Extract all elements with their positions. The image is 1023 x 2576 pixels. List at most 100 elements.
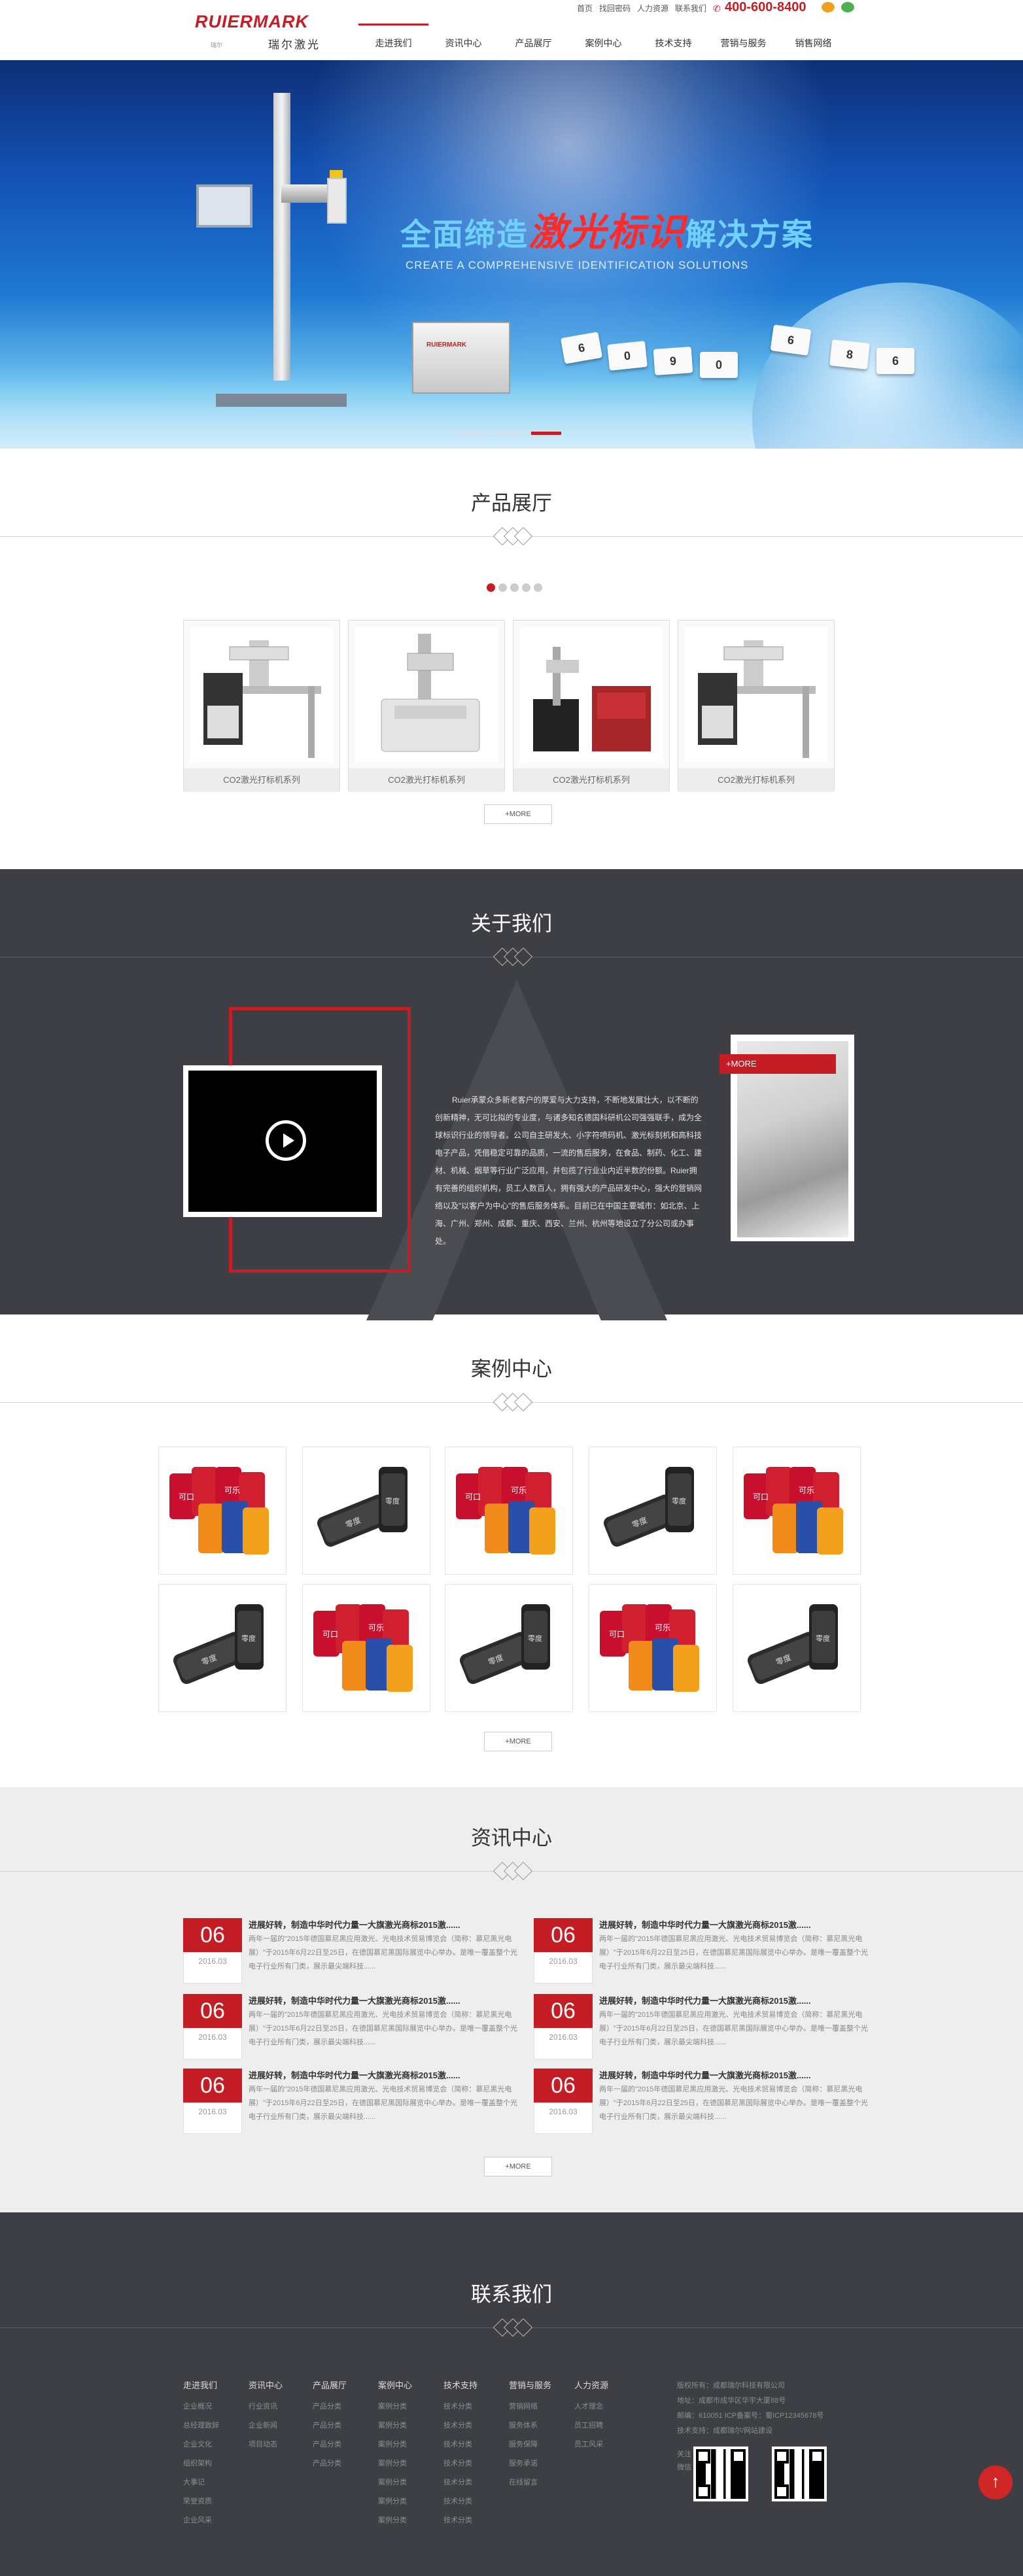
nav-news[interactable]: 资讯中心 [428,24,498,60]
news-item[interactable]: 06 2016.03 进展好转，制造中华时代力量一大旗激光商标2015激.....… [534,1918,877,1984]
footer-link[interactable]: 服务体系 [509,2416,574,2435]
footer-link[interactable]: 服务保障 [509,2435,574,2454]
pager-dot[interactable] [534,583,542,592]
top-link-hr[interactable]: 人力资源 [636,3,670,14]
product-card[interactable]: CO2激光打标机系列 [678,620,835,792]
top-link-home[interactable]: 首页 [576,3,594,14]
footer-link[interactable]: 组织架构 [183,2454,249,2473]
news-item[interactable]: 06 2016.03 进展好转，制造中华时代力量一大旗激光商标2015激.....… [534,2069,877,2134]
footer-link[interactable]: 技术分类 [443,2435,509,2454]
cases-more-button[interactable]: +MORE [484,1732,552,1751]
news-item[interactable]: 06 2016.03 进展好转，制造中华时代力量一大旗激光商标2015激.....… [183,1994,527,2059]
footer-link[interactable]: 案例分类 [378,2397,443,2416]
news-item[interactable]: 06 2016.03 进展好转，制造中华时代力量一大旗激光商标2015激.....… [534,1994,877,2059]
wechat-icon[interactable] [841,2,854,12]
nav-network[interactable]: 销售网络 [778,24,848,60]
footer-link[interactable]: 人才理念 [574,2397,640,2416]
news-title-link[interactable]: 进展好转，制造中华时代力量一大旗激光商标2015激...... [599,2069,874,2081]
nav-cases[interactable]: 案例中心 [568,24,638,60]
case-card[interactable]: 可口 可乐 [589,1584,717,1712]
case-card[interactable]: 可口 可乐 [445,1447,573,1575]
banner-dot-active[interactable] [531,432,561,435]
news-title-link[interactable]: 进展好转，制造中华时代力量一大旗激光商标2015激...... [249,2069,523,2081]
product-card[interactable]: CO2激光打标机系列 [348,620,505,792]
footer-column-heading[interactable]: 技术支持 [443,2379,509,2391]
pager-dot[interactable] [510,583,519,592]
nav-about[interactable]: 走进我们 [358,24,428,60]
footer-link[interactable]: 技术分类 [443,2397,509,2416]
logo[interactable]: RUIERMARK 瑞尔 瑞尔激光 [191,9,361,51]
footer-link[interactable]: 员工风采 [574,2435,640,2454]
footer-link[interactable]: 案例分类 [378,2454,443,2473]
footer-link[interactable]: 产品分类 [313,2416,378,2435]
footer-link[interactable]: 企业新闻 [249,2416,314,2435]
case-card[interactable]: 零度 零度 [589,1447,717,1575]
news-item[interactable]: 06 2016.03 进展好转，制造中华时代力量一大旗激光商标2015激.....… [183,1918,527,1984]
case-card[interactable]: 零度 零度 [302,1447,430,1575]
video-player[interactable] [183,1065,382,1217]
pager-dot[interactable] [498,583,507,592]
case-card[interactable]: 可口 可乐 [302,1584,430,1712]
case-card[interactable]: 零度 零度 [158,1584,286,1712]
footer-link[interactable]: 服务承诺 [509,2454,574,2473]
footer-column-heading[interactable]: 资讯中心 [249,2379,314,2391]
footer-link[interactable]: 企业文化 [183,2435,249,2454]
footer-link[interactable]: 案例分类 [378,2416,443,2435]
footer-link[interactable]: 案例分类 [378,2492,443,2511]
news-title-link[interactable]: 进展好转，制造中华时代力量一大旗激光商标2015激...... [249,1918,523,1931]
case-card[interactable]: 可口 可乐 [733,1447,861,1575]
banner-dot[interactable] [458,432,488,435]
nav-products[interactable]: 产品展厅 [498,24,568,60]
footer-link[interactable]: 技术分类 [443,2511,509,2530]
product-card[interactable]: CO2激光打标机系列 [183,620,340,792]
footer-link[interactable]: 企业概况 [183,2397,249,2416]
footer-link[interactable]: 荣誉资质 [183,2492,249,2511]
footer-link[interactable]: 大事记 [183,2473,249,2492]
products-more-button[interactable]: +MORE [484,804,552,824]
play-icon[interactable] [266,1120,306,1161]
hero-banner[interactable]: RUIERMARK 全面缔造激光标识解决方案 CREATE A COMPREHE… [0,60,1023,449]
news-title-link[interactable]: 进展好转，制造中华时代力量一大旗激光商标2015激...... [599,1918,874,1931]
news-title-link[interactable]: 进展好转，制造中华时代力量一大旗激光商标2015激...... [599,1994,874,2006]
footer-link[interactable]: 技术分类 [443,2454,509,2473]
weibo-icon[interactable] [822,2,835,12]
footer-link[interactable]: 项目动态 [249,2435,314,2454]
news-item[interactable]: 06 2016.03 进展好转，制造中华时代力量一大旗激光商标2015激.....… [183,2069,527,2134]
footer-column-heading[interactable]: 人力资源 [574,2379,640,2391]
footer-column-heading[interactable]: 营销与服务 [509,2379,574,2391]
footer-link[interactable]: 总经理致辞 [183,2416,249,2435]
footer-link[interactable]: 营销网络 [509,2397,574,2416]
news-more-button[interactable]: +MORE [484,2157,552,2176]
news-title-link[interactable]: 进展好转，制造中华时代力量一大旗激光商标2015激...... [249,1994,523,2006]
back-to-top-button[interactable]: ↑ [979,2465,1013,2499]
banner-slogan-en: CREATE A COMPREHENSIVE IDENTIFICATION SO… [406,259,749,271]
footer-column-heading[interactable]: 走进我们 [183,2379,249,2391]
footer-link[interactable]: 案例分类 [378,2511,443,2530]
footer-link[interactable]: 技术分类 [443,2473,509,2492]
nav-support[interactable]: 技术支持 [638,24,708,60]
nav-service[interactable]: 营销与服务 [708,24,778,60]
top-link-contact[interactable]: 联系我们 [674,3,708,14]
footer-link[interactable]: 员工招聘 [574,2416,640,2435]
banner-dot[interactable] [494,432,525,435]
footer-link[interactable]: 案例分类 [378,2473,443,2492]
footer-link[interactable]: 行业资讯 [249,2397,314,2416]
footer-column-heading[interactable]: 案例中心 [378,2379,443,2391]
footer-column-heading[interactable]: 产品展厅 [313,2379,378,2391]
about-more-button[interactable]: +MORE [720,1054,836,1074]
footer-link[interactable]: 技术分类 [443,2492,509,2511]
product-card[interactable]: CO2激光打标机系列 [513,620,670,792]
pager-dot[interactable] [522,583,530,592]
case-card[interactable]: 零度 零度 [733,1584,861,1712]
footer-link[interactable]: 案例分类 [378,2435,443,2454]
case-card[interactable]: 可口 可乐 [158,1447,286,1575]
footer-link[interactable]: 产品分类 [313,2435,378,2454]
footer-link[interactable]: 在线留言 [509,2473,574,2492]
footer-link[interactable]: 企业风采 [183,2511,249,2530]
footer-link[interactable]: 技术分类 [443,2416,509,2435]
pager-dot-active[interactable] [487,583,495,592]
top-link-password[interactable]: 找回密码 [598,3,632,14]
footer-link[interactable]: 产品分类 [313,2397,378,2416]
footer-link[interactable]: 产品分类 [313,2454,378,2473]
case-card[interactable]: 零度 零度 [445,1584,573,1712]
